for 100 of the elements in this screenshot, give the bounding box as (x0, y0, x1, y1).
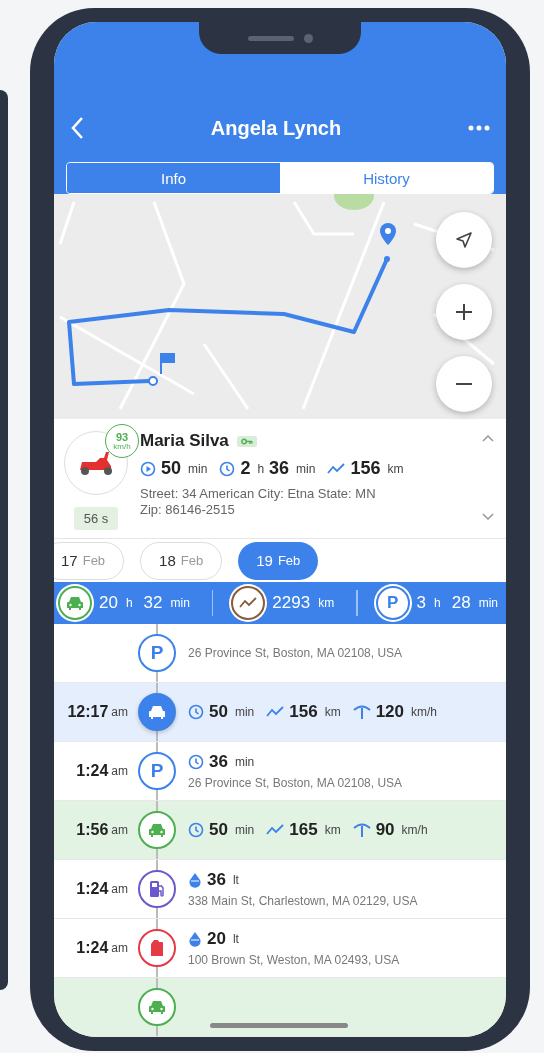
stat-unit: lt (232, 932, 239, 946)
clock-icon (219, 460, 236, 477)
parking-icon: P (150, 760, 164, 782)
speed-badge: 93 km/h (105, 424, 139, 458)
summary-value: 3 (416, 593, 427, 614)
stat-value: 165 (289, 820, 318, 840)
time-meridiem: am (111, 705, 128, 719)
stat-value: 36 (269, 458, 290, 479)
summary-unit: min (170, 596, 190, 611)
clock-icon (188, 704, 204, 720)
trend-line-icon (266, 824, 285, 836)
event-time: 1:24 (76, 762, 109, 780)
plus-icon (455, 303, 473, 321)
stat-unit: min (296, 461, 316, 476)
stat-unit: h (257, 461, 265, 476)
event-time: 1:56 (76, 821, 109, 839)
date-chip[interactable]: 19 Feb (238, 541, 319, 580)
event-address: 100 Brown St, Weston, MA 02493, USA (188, 953, 401, 967)
date-chip[interactable]: 18 Feb (140, 541, 223, 580)
speed-icon (352, 822, 371, 838)
idle-time-badge: 56 s (73, 507, 119, 530)
flag-icon (160, 353, 175, 375)
event-time: 12:17 (67, 703, 109, 721)
address-line: Zip: 86146-2515 (140, 501, 236, 518)
navigation-arrow-icon (455, 231, 473, 249)
timeline-row[interactable]: P 26 Province St, Boston, MA 02108, USA (54, 624, 506, 683)
zoom-out-button[interactable] (436, 356, 492, 412)
car-icon (148, 999, 166, 1015)
timeline-row[interactable]: 1:56 am 50 min 165 km 90 km/h (54, 801, 506, 860)
more-dots-icon (468, 125, 490, 131)
timeline-row[interactable] (54, 978, 506, 1037)
driver-name: Maria Silva (140, 431, 229, 451)
event-time: 1:24 (76, 880, 109, 898)
stat-value: 156 (289, 702, 318, 722)
summary-unit: h (125, 596, 133, 611)
summary-value: 28 (451, 593, 471, 614)
summary-unit: min (478, 596, 498, 611)
trend-line-icon (266, 706, 285, 718)
camera-dot (303, 33, 313, 43)
summary-value: 20 (99, 593, 118, 614)
zoom-in-button[interactable] (436, 284, 492, 340)
trend-line-icon (239, 597, 258, 610)
summary-value: 32 (143, 593, 163, 614)
stat-unit: lt (232, 873, 239, 887)
address-line: Street: 34 American City: Etna State: MN (140, 486, 377, 502)
summary-unit: h (434, 596, 441, 611)
stat-value: 50 (209, 820, 228, 840)
drop-icon (188, 871, 202, 889)
summary-value: 2293 (272, 593, 311, 614)
clock-icon (188, 822, 204, 838)
stat-value: 20 (207, 929, 226, 949)
time-meridiem: am (111, 941, 128, 955)
page-title: Angela Lynch (210, 116, 342, 140)
stat-unit: km (324, 705, 341, 719)
chevron-up-icon[interactable] (482, 435, 494, 442)
trend-line-icon (327, 462, 346, 475)
canister-icon (150, 939, 164, 957)
stat-value: 2 (240, 458, 251, 479)
minus-icon (455, 382, 473, 386)
stat-unit: min (234, 823, 255, 837)
fuel-pump-icon (149, 880, 165, 898)
timeline-row[interactable]: 1:24 am 36 lt 338 Main St, Charlestown, MA 02129, USA (54, 860, 506, 919)
clock-icon (188, 754, 204, 770)
timeline-row[interactable]: 1:24 am P 36 min 26 Province St, Boston, MA 02108, USA (54, 742, 506, 801)
stat-value: 120 (375, 702, 404, 722)
car-icon (148, 704, 166, 720)
tab[interactable]: History (280, 163, 493, 193)
summary-unit: km (318, 596, 335, 611)
event-time: 1:24 (76, 939, 109, 957)
car-icon (66, 595, 84, 611)
stat-value: 156 (350, 458, 381, 479)
location-pin-icon (380, 223, 396, 245)
speed-icon (352, 704, 371, 720)
play-circle-icon (140, 460, 156, 477)
chevron-left-icon (70, 116, 84, 140)
parking-icon: P (386, 593, 399, 614)
stat-unit: km (324, 823, 341, 837)
stat-value: 36 (209, 752, 228, 772)
locate-button[interactable] (436, 212, 492, 268)
event-address: 26 Province St, Boston, MA 02108, USA (188, 646, 404, 660)
stat-unit: km/h (401, 823, 428, 837)
drop-icon (188, 930, 202, 948)
timeline-row[interactable]: 1:24 am 20 lt 100 Brown St, Weston, MA 02493, USA (54, 919, 506, 978)
key-icon (240, 437, 253, 445)
stat-unit: min (234, 755, 255, 769)
stat-value: 50 (209, 702, 228, 722)
stat-unit: km (387, 461, 404, 476)
chevron-down-icon[interactable] (482, 513, 494, 520)
park-area (334, 194, 374, 210)
event-address: 338 Main St, Charlestown, MA 02129, USA (188, 894, 419, 908)
car-icon (148, 822, 166, 838)
date-chip[interactable]: 17 Feb (54, 541, 125, 580)
stat-unit: km/h (411, 705, 438, 719)
stat-unit: min (188, 461, 208, 476)
stat-value: 90 (375, 820, 395, 840)
timeline-row[interactable]: 12:17 am 50 min 156 km 120 km/h (54, 683, 506, 742)
parking-icon: P (150, 642, 164, 664)
time-meridiem: am (111, 764, 128, 778)
time-meridiem: am (111, 882, 128, 896)
event-address: 26 Province St, Boston, MA 02108, USA (188, 776, 404, 790)
